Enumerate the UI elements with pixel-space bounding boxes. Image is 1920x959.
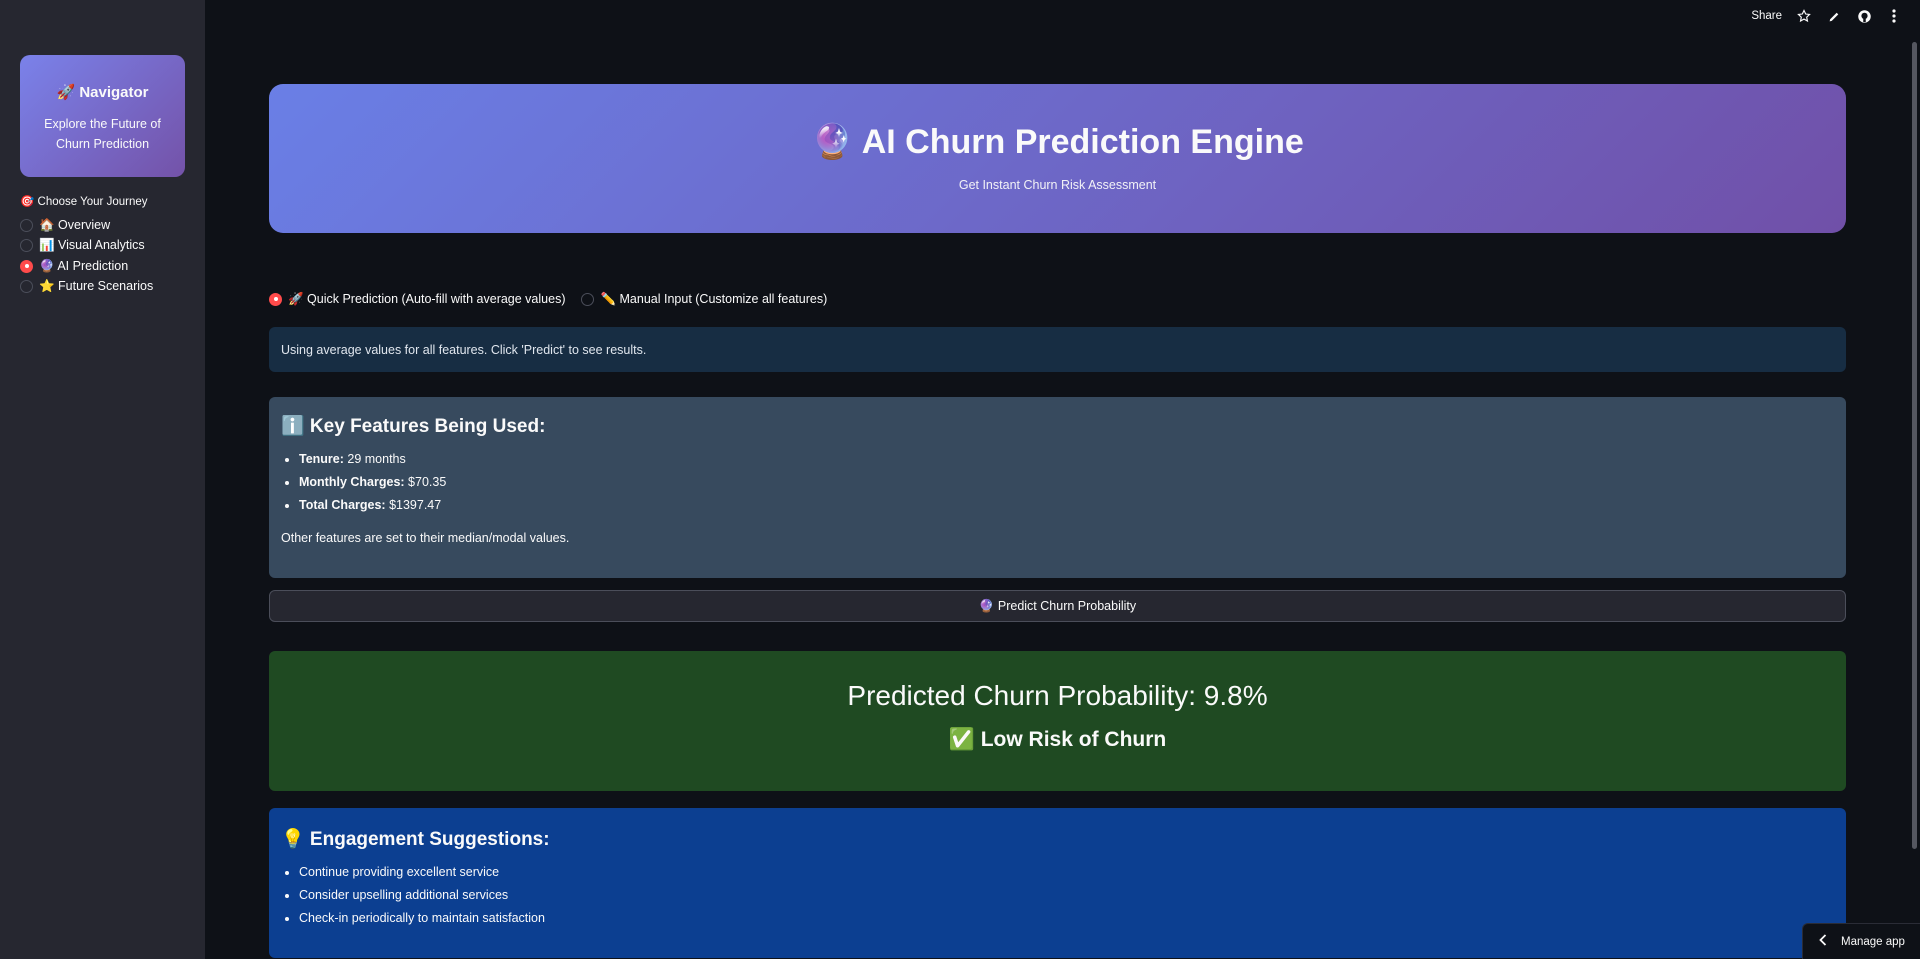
- hero-banner: 🔮 AI Churn Prediction Engine Get Instant…: [269, 84, 1846, 233]
- scrollbar[interactable]: [1912, 42, 1917, 849]
- features-heading: ℹ️ Key Features Being Used:: [281, 416, 546, 437]
- features-list: Tenure: 29 months Monthly Charges: $70.3…: [281, 452, 1834, 521]
- feature-value: 29 months: [343, 452, 406, 466]
- feature-key: Total Charges:: [299, 498, 386, 512]
- page-subtitle: Get Instant Churn Risk Assessment: [958, 178, 1157, 192]
- manage-app-label: Manage app: [1841, 935, 1905, 948]
- github-icon[interactable]: [1856, 8, 1872, 24]
- suggestions-heading: 💡 Engagement Suggestions:: [281, 829, 550, 850]
- engagement-suggestions-panel: 💡 Engagement Suggestions: Continue provi…: [269, 808, 1846, 958]
- sidebar-item-label: 🏠 Overview: [39, 217, 111, 232]
- mode-radio-group: 🚀 Quick Prediction (Auto-fill with avera…: [269, 289, 843, 310]
- list-item: Tenure: 29 months: [299, 452, 1834, 475]
- radio-selected-icon[interactable]: [269, 292, 282, 306]
- info-text: Using average values for all features. C…: [281, 342, 647, 357]
- share-button[interactable]: Share: [1751, 10, 1782, 22]
- churn-probability: Predicted Churn Probability: 9.8%: [847, 680, 1268, 711]
- chevron-left-icon: [1819, 934, 1827, 949]
- list-item: Monthly Charges: $70.35: [299, 475, 1834, 498]
- suggestions-list: Continue providing excellent service Con…: [281, 865, 1834, 934]
- risk-level: ✅ Low Risk of Churn: [948, 728, 1167, 751]
- info-alert: Using average values for all features. C…: [269, 327, 1846, 372]
- radio-circle-icon[interactable]: [581, 292, 595, 306]
- sidebar-item-future-scenarios[interactable]: ⭐ Future Scenarios: [20, 277, 153, 298]
- sidebar-item-label: 🔮 AI Prediction: [39, 258, 129, 273]
- list-item: Continue providing excellent service: [299, 865, 1834, 888]
- list-item: Consider upselling additional services: [299, 888, 1834, 911]
- feature-key: Monthly Charges:: [299, 475, 405, 489]
- navigator-title: 🚀 Navigator: [56, 84, 149, 101]
- sidebar-item-overview[interactable]: 🏠 Overview: [20, 215, 153, 236]
- key-features-panel: ℹ️ Key Features Being Used: Tenure: 29 m…: [269, 397, 1846, 578]
- radio-circle-icon[interactable]: [20, 239, 33, 253]
- page-title: 🔮 AI Churn Prediction Engine: [811, 123, 1304, 161]
- radio-circle-icon[interactable]: [20, 218, 33, 232]
- prediction-result-panel: Predicted Churn Probability: 9.8% ✅ Low …: [269, 651, 1846, 791]
- edit-icon[interactable]: [1826, 8, 1842, 24]
- option-label: ✏️ Manual Input (Customize all features): [600, 291, 828, 306]
- feature-value: $70.35: [404, 475, 447, 489]
- sidebar-item-ai-prediction[interactable]: 🔮 AI Prediction: [20, 256, 153, 277]
- journey-radio-group: 🏠 Overview 📊 Visual Analytics 🔮 AI Predi…: [20, 215, 153, 297]
- star-icon[interactable]: [1796, 8, 1812, 24]
- sidebar-item-label: 📊 Visual Analytics: [39, 238, 145, 253]
- navigator-subtitle: Explore the Future of Churn Prediction: [44, 117, 161, 151]
- sidebar-item-visual-analytics[interactable]: 📊 Visual Analytics: [20, 236, 153, 257]
- feature-value: $1397.47: [385, 498, 442, 512]
- more-icon[interactable]: [1886, 8, 1902, 24]
- quick-prediction-option[interactable]: 🚀 Quick Prediction (Auto-fill with avera…: [269, 289, 565, 310]
- feature-key: Tenure:: [299, 452, 344, 466]
- radio-circle-icon[interactable]: [20, 280, 33, 294]
- sidebar-item-label: ⭐ Future Scenarios: [39, 279, 154, 294]
- predict-button[interactable]: 🔮 Predict Churn Probability: [269, 590, 1846, 622]
- journey-label: 🎯 Choose Your Journey: [20, 196, 148, 208]
- navigator-card: 🚀 Navigator Explore the Future of Churn …: [20, 55, 185, 177]
- radio-selected-icon[interactable]: [20, 259, 33, 273]
- features-footnote: Other features are set to their median/m…: [281, 531, 570, 545]
- sidebar: 🚀 Navigator Explore the Future of Churn …: [0, 0, 205, 959]
- manage-app-button[interactable]: Manage app: [1802, 923, 1920, 959]
- toolbar: Share: [1751, 8, 1902, 24]
- manual-input-option[interactable]: ✏️ Manual Input (Customize all features): [581, 289, 827, 310]
- list-item: Total Charges: $1397.47: [299, 498, 1834, 521]
- option-label: 🚀 Quick Prediction (Auto-fill with avera…: [288, 291, 566, 306]
- list-item: Check-in periodically to maintain satisf…: [299, 911, 1834, 934]
